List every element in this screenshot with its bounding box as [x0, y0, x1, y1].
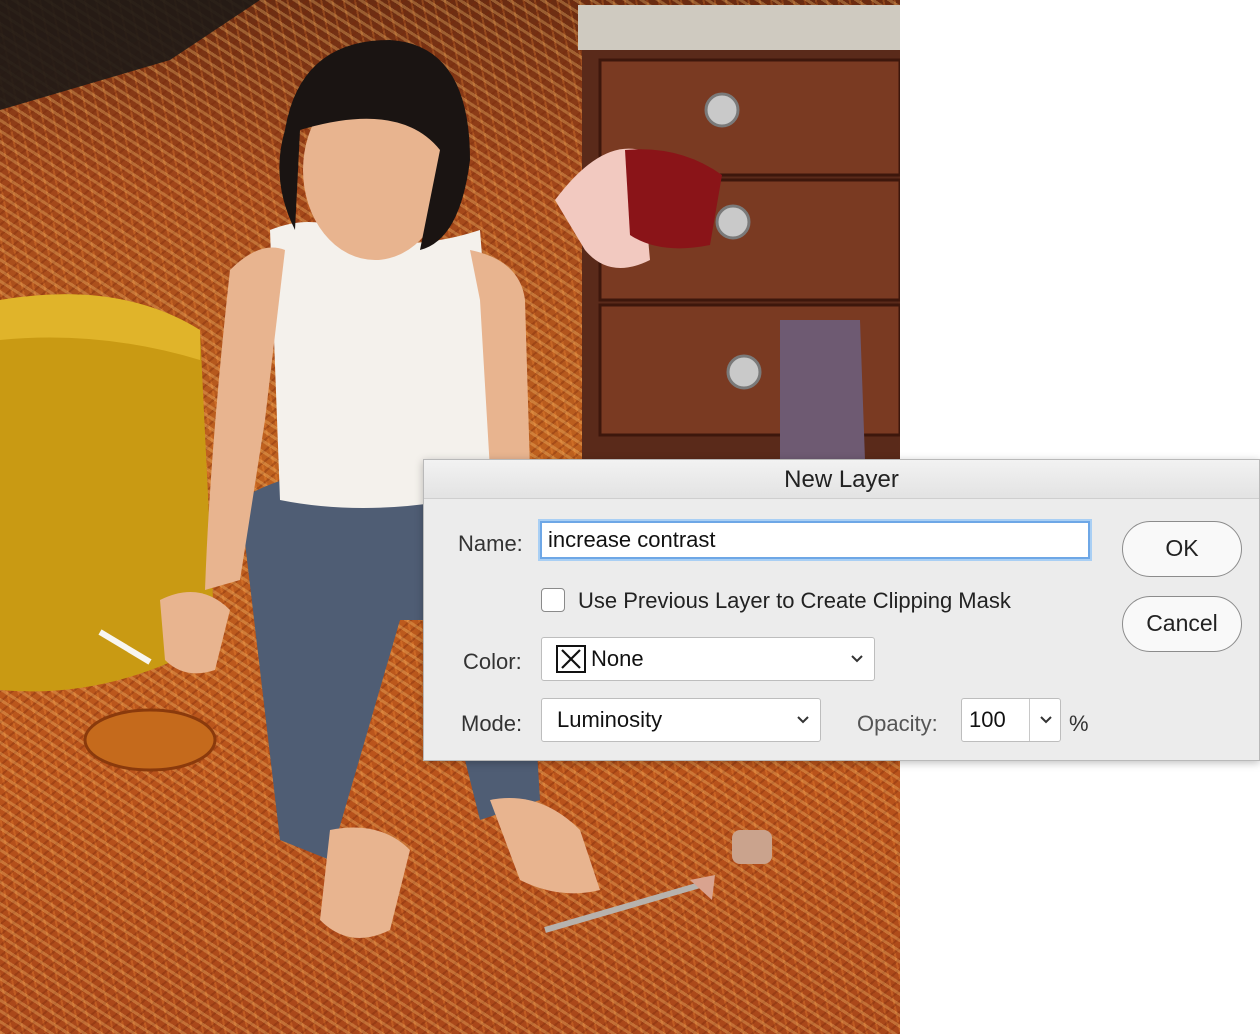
cancel-button[interactable]: Cancel [1122, 596, 1242, 652]
name-label: Name: [458, 531, 523, 556]
color-value: None [591, 646, 644, 671]
clipping-mask-label[interactable]: Use Previous Layer to Create Clipping Ma… [578, 588, 1011, 614]
color-select[interactable]: None [541, 637, 875, 681]
layer-name-input[interactable]: increase contrast [540, 521, 1090, 559]
dialog-title: New Layer [424, 460, 1259, 499]
chevron-down-icon [851, 655, 863, 663]
x-box-icon [556, 645, 586, 673]
mode-select[interactable]: Luminosity [541, 698, 821, 742]
mode-label: Mode: [461, 711, 523, 736]
color-label: Color: [463, 649, 522, 674]
mode-value: Luminosity [557, 707, 663, 732]
opacity-divider [1029, 699, 1030, 741]
chevron-down-icon [797, 716, 809, 724]
opacity-label: Opacity: [857, 711, 938, 736]
ok-button[interactable]: OK [1122, 521, 1242, 577]
opacity-unit: % [1069, 711, 1089, 736]
opacity-value[interactable]: 100 [969, 699, 1006, 741]
new-layer-dialog: New Layer Name: increase contrast Use Pr… [423, 459, 1260, 761]
opacity-field[interactable]: 100 [961, 698, 1061, 742]
clipping-mask-checkbox[interactable] [541, 588, 565, 612]
chevron-down-icon[interactable] [1035, 699, 1057, 741]
